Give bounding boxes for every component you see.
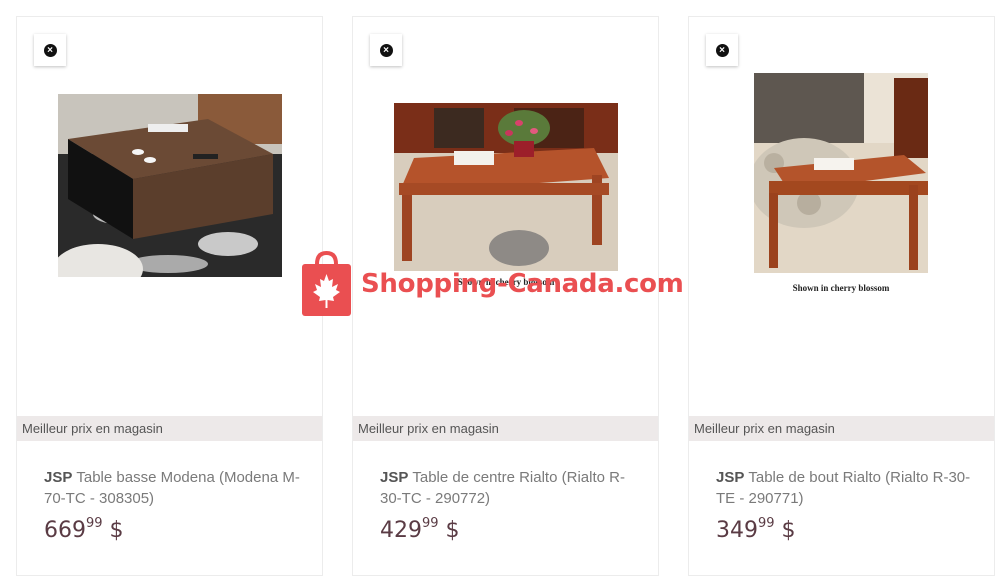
product-brand: JSP <box>716 469 745 486</box>
price-cents: 99 <box>422 516 439 531</box>
product-title[interactable]: JSP Table de centre Rialto (Rialto R-30-T… <box>380 467 640 509</box>
price-whole: 349 <box>716 518 758 543</box>
watermark: Shopping-Canada.com <box>300 249 684 319</box>
best-price-badge: Meilleur prix en magasin <box>353 416 658 441</box>
product-title[interactable]: JSP Table basse Modena (Modena M-70-TC - … <box>44 467 304 509</box>
product-brand: JSP <box>380 469 409 486</box>
price-currency: $ <box>445 518 460 543</box>
product-name: Table de centre Rialto (Rialto R-30-TC -… <box>380 469 625 507</box>
close-icon: × <box>715 43 729 57</box>
best-price-badge: Meilleur prix en magasin <box>689 416 994 441</box>
price-currency: $ <box>781 518 796 543</box>
price-cents: 99 <box>758 516 775 531</box>
price-whole: 669 <box>44 518 86 543</box>
product-brand: JSP <box>44 469 73 486</box>
close-button[interactable]: × <box>706 34 738 66</box>
price-cents: 99 <box>86 516 103 531</box>
shopping-bag-maple-leaf-icon <box>302 250 351 316</box>
product-card[interactable]: × Shown in cherry blossom Meilleur prix … <box>688 16 995 576</box>
close-icon: × <box>43 43 57 57</box>
product-image[interactable] <box>58 94 282 277</box>
watermark-text: Shopping-Canada.com <box>361 269 684 299</box>
product-price: 42999 $ <box>380 516 460 543</box>
price-whole: 429 <box>380 518 422 543</box>
close-button[interactable]: × <box>370 34 402 66</box>
product-name: Table basse Modena (Modena M-70-TC - 308… <box>44 469 300 507</box>
product-price: 34999 $ <box>716 516 796 543</box>
image-caption: Shown in cherry blossom <box>793 283 890 293</box>
product-name: Table de bout Rialto (Rialto R-30-TE - 2… <box>716 469 971 507</box>
product-title[interactable]: JSP Table de bout Rialto (Rialto R-30-TE … <box>716 467 976 509</box>
price-currency: $ <box>109 518 124 543</box>
product-price: 66999 $ <box>44 516 124 543</box>
product-image[interactable]: Shown in cherry blossom <box>754 73 928 298</box>
close-icon: × <box>379 43 393 57</box>
best-price-badge: Meilleur prix en magasin <box>17 416 322 441</box>
product-card[interactable]: × Meilleur prix en magasin JSP Table bass… <box>16 16 323 576</box>
close-button[interactable]: × <box>34 34 66 66</box>
